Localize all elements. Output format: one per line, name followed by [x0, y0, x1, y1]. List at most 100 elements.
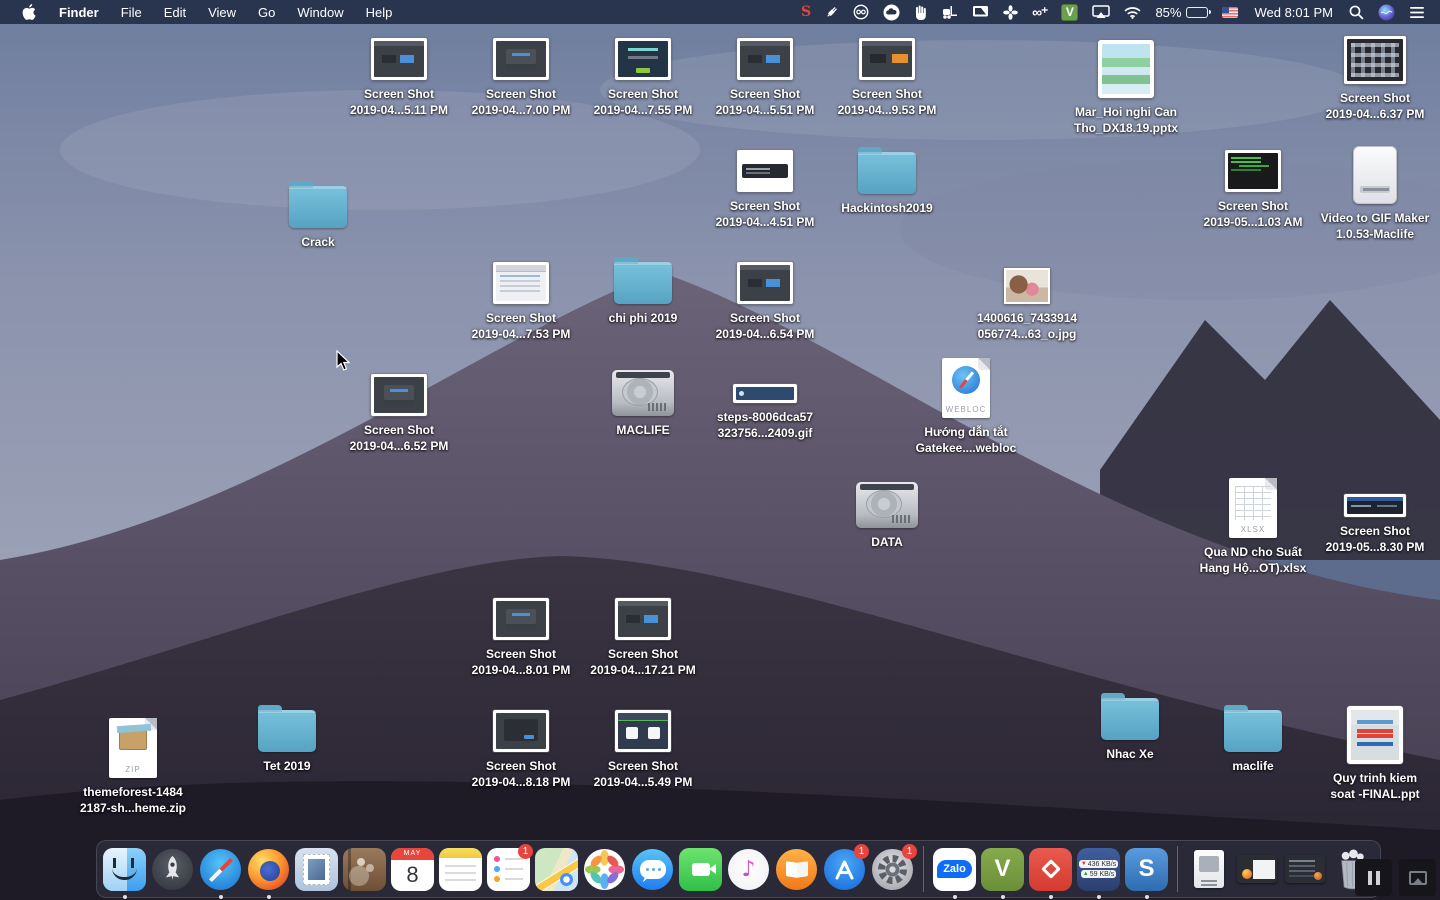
- dock-books[interactable]: [775, 848, 818, 891]
- desktop-icon-screenshot[interactable]: Screen Shot 2019-04...5.49 PM: [568, 710, 718, 790]
- screenshot-thumbnail-icon: [1225, 150, 1281, 192]
- dock-finder[interactable]: [103, 848, 146, 891]
- desktop: Finder File Edit View Go Window Help S: [0, 0, 1440, 900]
- menu-file[interactable]: File: [110, 0, 153, 24]
- dock-reminders[interactable]: 1: [487, 848, 530, 891]
- creative-cloud-icon[interactable]: [846, 0, 876, 24]
- menu-window[interactable]: Window: [286, 0, 354, 24]
- input-source-flag-icon[interactable]: [1215, 0, 1245, 24]
- display-status-icon[interactable]: [965, 0, 996, 24]
- menu-go[interactable]: Go: [247, 0, 286, 24]
- menu-edit[interactable]: Edit: [153, 0, 197, 24]
- dock-minimized-window[interactable]: [1283, 848, 1326, 891]
- desktop-icon-pptx[interactable]: Mar_Hoi nghi Can Tho_DX18.19.pptx: [1051, 40, 1201, 136]
- menu-view[interactable]: View: [197, 0, 247, 24]
- hand-status-icon[interactable]: [907, 0, 934, 24]
- screenshot-thumbnail-icon: [859, 38, 915, 80]
- screenshot-thumbnail-icon: [737, 38, 793, 80]
- dock-maps[interactable]: [535, 848, 578, 891]
- battery-percent: 85%: [1155, 5, 1181, 20]
- folder-icon: [258, 710, 316, 752]
- siri-icon[interactable]: [1371, 0, 1402, 24]
- screenshot-thumbnail-icon: [615, 598, 671, 640]
- desktop-icon-webloc[interactable]: WEBLOC Hướng dẫn tắt Gatekee....webloc: [891, 358, 1041, 456]
- image-icon: [1409, 871, 1427, 885]
- sketch-status-icon[interactable]: S: [794, 0, 818, 24]
- notification-center-icon[interactable]: [1402, 0, 1432, 24]
- powerpoint-file-icon: [1347, 706, 1403, 764]
- screenshot-thumbnail-icon: [493, 262, 549, 304]
- desktop-icon-screenshot[interactable]: Screen Shot 2019-04...6.52 PM: [324, 374, 474, 454]
- dock-messages[interactable]: [631, 848, 674, 891]
- folder-icon: [614, 262, 672, 304]
- desktop-icon-folder-crack[interactable]: Crack: [243, 186, 393, 250]
- dock-itunes[interactable]: ♪: [727, 848, 770, 891]
- desktop-icon-screenshot[interactable]: Screen Shot 2019-04...6.37 PM: [1300, 36, 1440, 122]
- airplay-status-icon[interactable]: [1085, 0, 1117, 24]
- screenshot-thumbnail-icon: [1344, 36, 1406, 84]
- dock-separator: [923, 846, 924, 892]
- pause-icon: [1368, 871, 1380, 885]
- wifi-status-icon[interactable]: [1117, 0, 1148, 24]
- hard-drive-icon: [856, 482, 918, 528]
- hard-drive-icon: [612, 370, 674, 416]
- dock: MAY 8 1 ♪: [96, 840, 1381, 898]
- dock-system-preferences[interactable]: 1: [871, 848, 914, 891]
- dock-firefox[interactable]: [247, 848, 290, 891]
- dock-zalo[interactable]: Zalo: [933, 848, 976, 891]
- dock-contacts[interactable]: [343, 848, 386, 891]
- dock-launchpad[interactable]: [151, 848, 194, 891]
- spotlight-icon[interactable]: [1342, 0, 1371, 24]
- menu-finder[interactable]: Finder: [48, 0, 110, 24]
- desktop-icon-drive-data[interactable]: DATA: [812, 482, 962, 550]
- apple-menu-icon[interactable]: [10, 4, 48, 20]
- desktop-icon-folder-tet-2019[interactable]: Tet 2019: [212, 710, 362, 774]
- desktop-icon-screenshot[interactable]: Screen Shot 2019-04...9.53 PM: [812, 38, 962, 118]
- gif-thumbnail-icon: [733, 384, 797, 403]
- menu-bar: Finder File Edit View Go Window Help S: [0, 0, 1440, 24]
- desktop-icon-ppt[interactable]: Quy trinh kiem soat -FINAL.ppt: [1300, 706, 1440, 802]
- dock-minimized-firefox-window[interactable]: [1235, 848, 1278, 891]
- cloud-sync-icon[interactable]: [876, 0, 907, 24]
- powerpoint-file-icon: [1098, 40, 1154, 98]
- folder-icon: [858, 152, 916, 194]
- menu-help[interactable]: Help: [355, 0, 404, 24]
- menu-clock[interactable]: Wed 8:01 PM: [1245, 0, 1342, 24]
- zip-file-icon: ZIP: [109, 718, 157, 778]
- dock-v-app[interactable]: V: [981, 848, 1024, 891]
- screenshot-thumbnail-icon: [493, 710, 549, 752]
- screenshot-thumbnail-icon: [615, 710, 671, 752]
- battery-status[interactable]: 85%: [1148, 0, 1215, 24]
- desktop-icon-disk-image[interactable]: Video to GIF Maker 1.0.53-Maclife: [1300, 146, 1440, 242]
- frame-button[interactable]: [1399, 859, 1436, 896]
- dock-mail[interactable]: [295, 848, 338, 891]
- desktop-icon-folder-hackintosh2019[interactable]: Hackintosh2019: [812, 152, 962, 216]
- dock-red-diamond-app[interactable]: [1029, 848, 1072, 891]
- dock-facetime[interactable]: [679, 848, 722, 891]
- screenshot-thumbnail-icon: [371, 38, 427, 80]
- dock-safari[interactable]: [199, 848, 242, 891]
- screenshot-thumbnail-icon: [1344, 494, 1406, 517]
- fan-status-icon[interactable]: [996, 0, 1025, 24]
- desktop-icon-zip[interactable]: ZIP themeforest-1484 2187-sh...heme.zip: [58, 718, 208, 816]
- screenshot-thumbnail-icon: [615, 38, 671, 80]
- dock-download-manager[interactable]: ▼436 KB/s ▲59 KB/s: [1077, 848, 1120, 891]
- desktop-icon-jpg[interactable]: 1400616_7433914 056774...63_o.jpg: [952, 268, 1102, 342]
- desktop-icon-gif[interactable]: steps-8006dca57 323756...2409.gif: [690, 384, 840, 441]
- desktop-icon-screenshot[interactable]: Screen Shot 2019-04...6.54 PM: [690, 262, 840, 342]
- pause-button[interactable]: [1355, 859, 1392, 896]
- dock-documents-stack[interactable]: [1187, 848, 1230, 891]
- folder-icon: [289, 186, 347, 228]
- desktop-icon-screenshot[interactable]: Screen Shot 2019-04...17.21 PM: [568, 598, 718, 678]
- folder-icon: [1101, 698, 1159, 740]
- desktop-icon-screenshot[interactable]: Screen Shot 2019-05...8.30 PM: [1300, 494, 1440, 555]
- forklift-status-icon[interactable]: [934, 0, 965, 24]
- plug-status-icon[interactable]: [818, 0, 846, 24]
- dock-calendar[interactable]: MAY 8: [391, 848, 434, 891]
- dock-snagit[interactable]: S: [1125, 848, 1168, 891]
- dock-photos[interactable]: [583, 848, 626, 891]
- v-app-status-icon[interactable]: V: [1054, 0, 1085, 24]
- dock-appstore[interactable]: 1: [823, 848, 866, 891]
- dock-notes[interactable]: [439, 848, 482, 891]
- infinity-status-icon[interactable]: ∞⁺: [1025, 0, 1054, 24]
